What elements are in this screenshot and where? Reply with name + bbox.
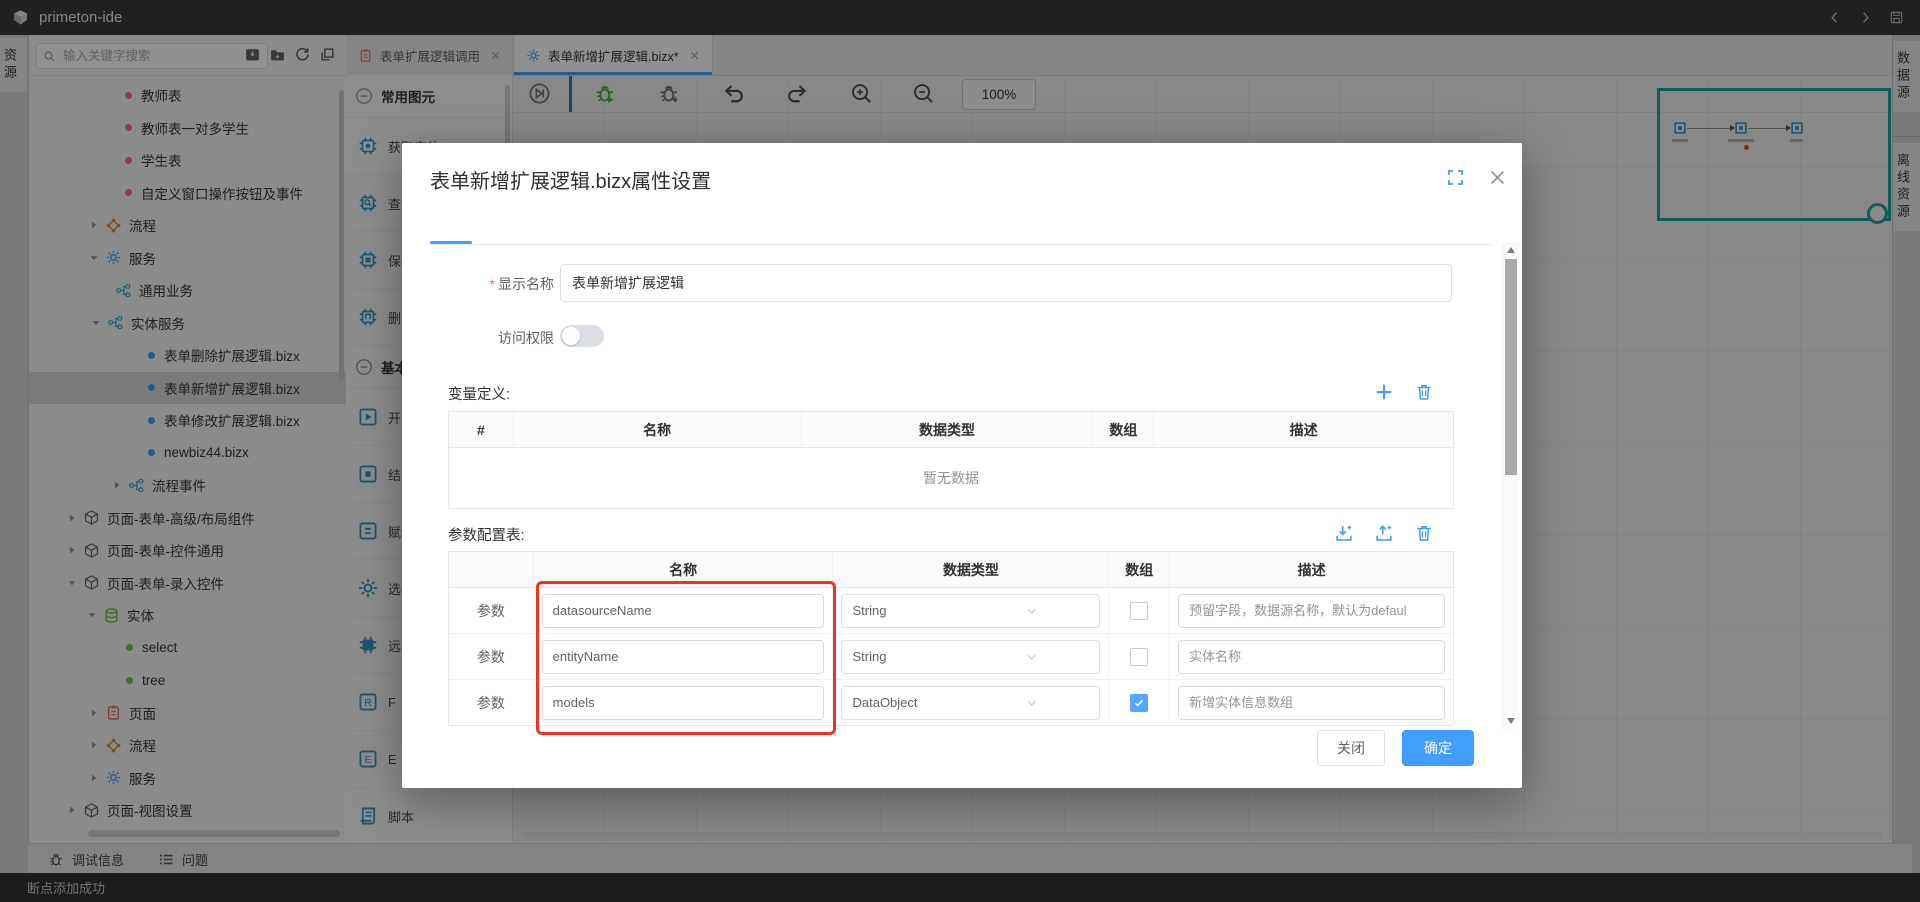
- param-type-select[interactable]: DataObject: [841, 686, 1100, 720]
- column-header: [449, 552, 534, 587]
- variables-table-header: #名称数据类型数组描述: [449, 412, 1453, 448]
- param-desc-input[interactable]: 新增实体信息数组: [1178, 686, 1445, 720]
- dialog-active-tab-indicator: [430, 241, 472, 244]
- param-row: 参数models DataObject 新增实体信息数组: [449, 680, 1453, 725]
- param-name-input[interactable]: datasourceName: [542, 594, 825, 628]
- delete-variable-icon[interactable]: [1414, 382, 1434, 402]
- scroll-up-icon[interactable]: [1507, 247, 1515, 253]
- param-desc-input[interactable]: 实体名称: [1178, 640, 1445, 674]
- params-actions: [1334, 523, 1434, 543]
- export-params-icon[interactable]: [1374, 523, 1394, 543]
- import-params-icon[interactable]: [1334, 523, 1354, 543]
- dialog-scrollbar-thumb[interactable]: [1505, 259, 1517, 475]
- param-row: 参数entityName String 实体名称: [449, 634, 1453, 680]
- confirm-button[interactable]: 确定: [1402, 730, 1474, 766]
- access-label: 访问权限: [448, 328, 554, 348]
- params-table-header: 名称数据类型数组描述: [449, 552, 1453, 588]
- param-type-select[interactable]: String: [841, 640, 1100, 674]
- close-button[interactable]: 关闭: [1317, 730, 1385, 766]
- delete-param-icon[interactable]: [1414, 523, 1434, 543]
- column-header: 名称: [514, 412, 802, 447]
- dialog-title: 表单新增扩展逻辑.bizx属性设置: [430, 165, 711, 194]
- column-header: 数组: [1093, 412, 1154, 447]
- add-variable-icon[interactable]: [1374, 382, 1394, 402]
- param-array-checkbox[interactable]: [1130, 694, 1148, 712]
- variables-actions: [1374, 382, 1434, 402]
- column-header: 描述: [1170, 552, 1453, 587]
- dialog-tab-line: [430, 244, 1492, 245]
- param-name-input[interactable]: entityName: [542, 640, 825, 674]
- display-name-input[interactable]: [560, 264, 1452, 302]
- variables-table: #名称数据类型数组描述暂无数据: [448, 411, 1454, 509]
- required-star: *: [490, 276, 495, 292]
- display-name-label: *显示名称: [448, 274, 554, 294]
- chevron-down-icon: [972, 604, 1091, 618]
- param-kind: 参数: [449, 680, 534, 725]
- param-kind: 参数: [449, 588, 534, 633]
- column-header: 数据类型: [833, 552, 1109, 587]
- param-array-checkbox[interactable]: [1130, 648, 1148, 666]
- param-desc-input[interactable]: 预留字段，数据源名称，默认为defaul: [1178, 594, 1445, 628]
- param-array-checkbox[interactable]: [1130, 602, 1148, 620]
- close-icon[interactable]: [1487, 167, 1508, 188]
- column-header: 数组: [1109, 552, 1170, 587]
- chevron-down-icon: [972, 696, 1091, 710]
- column-header: 名称: [534, 552, 834, 587]
- fullscreen-icon[interactable]: [1446, 168, 1465, 187]
- column-header: #: [449, 412, 514, 447]
- param-name-input[interactable]: models: [542, 686, 825, 720]
- scroll-down-icon[interactable]: [1507, 718, 1515, 724]
- properties-dialog: 表单新增扩展逻辑.bizx属性设置 *显示名称 访问权限 变量定义: #名称数据…: [402, 143, 1522, 788]
- column-header: 数据类型: [802, 412, 1094, 447]
- chevron-down-icon: [972, 650, 1091, 664]
- application-window: primeton-ide 资源 教师表教师表一对多学生学生表自定义窗口操作按钮及…: [0, 0, 1920, 902]
- param-type-select[interactable]: String: [841, 594, 1100, 628]
- empty-table-text: 暂无数据: [449, 448, 1453, 508]
- access-toggle[interactable]: [560, 325, 604, 347]
- variables-section-title: 变量定义:: [448, 383, 510, 404]
- dialog-scrollbar: [1502, 242, 1519, 729]
- params-table: 名称数据类型数组描述参数datasourceNameString预留字段，数据源…: [448, 551, 1454, 726]
- params-section-title: 参数配置表:: [448, 524, 525, 545]
- column-header: 描述: [1154, 412, 1453, 447]
- param-kind: 参数: [449, 634, 534, 679]
- param-row: 参数datasourceName String 预留字段，数据源名称，默认为defa…: [449, 588, 1453, 634]
